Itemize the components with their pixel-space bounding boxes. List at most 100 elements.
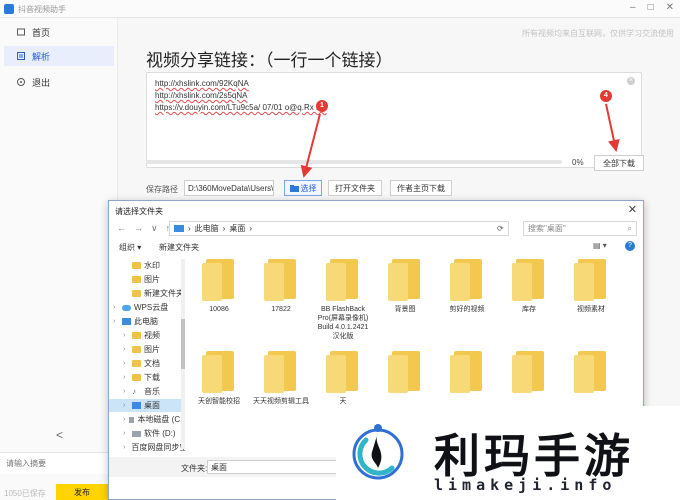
- tree-item[interactable]: › ♪ 音乐: [109, 385, 185, 398]
- sidebar-item-home[interactable]: 首页: [4, 22, 114, 42]
- app-logo-icon: [4, 4, 14, 14]
- drive-icon: [129, 416, 135, 423]
- folder-item[interactable]: 天天视频剪辑工具: [253, 351, 309, 406]
- sidebar-item-parse[interactable]: 解析: [4, 46, 114, 66]
- parse-icon: [17, 52, 25, 60]
- folder-item[interactable]: 天创智能校招: [191, 351, 247, 406]
- url-textarea[interactable]: http://xhslink.com/92KqNA http://xhslink…: [146, 72, 642, 168]
- saved-counter: 1050已保存: [4, 489, 46, 498]
- breadcrumb-item[interactable]: 此电脑: [195, 223, 219, 234]
- exit-icon: [17, 78, 25, 86]
- folder-item[interactable]: 剪好的视频: [439, 259, 495, 314]
- tree-item[interactable]: › 软件 (D:): [109, 427, 185, 440]
- chevron-right-icon[interactable]: ›: [123, 360, 129, 367]
- folder-name: 视频素材: [577, 306, 605, 313]
- tree-item[interactable]: › 本地磁盘 (C:): [109, 413, 185, 426]
- tree-item-label: WPS云盘: [134, 303, 169, 312]
- tree-item[interactable]: 水印: [109, 259, 185, 272]
- app-window: 抖音视频助手 – □ ✕ 首页 解析 退出 < 1050已保存 发布 所有视频均…: [0, 0, 680, 500]
- folder-item[interactable]: [377, 351, 433, 397]
- tree-item-label: 文档: [144, 359, 160, 368]
- folder-icon: [450, 351, 484, 393]
- app-title: 抖音视频助手: [18, 5, 66, 14]
- sidebar-item-label: 首页: [32, 27, 51, 38]
- tree-item-label: 下载: [144, 373, 160, 382]
- folder-icon: [264, 259, 298, 301]
- folder-item[interactable]: [563, 351, 619, 397]
- folder-icon: [450, 259, 484, 301]
- tree-item-label: 软件 (D:): [144, 429, 176, 438]
- open-folder-button[interactable]: 打开文件夹: [328, 180, 382, 196]
- sidebar-item-label: 退出: [32, 77, 51, 88]
- organize-menu[interactable]: 组织 ▾: [119, 242, 141, 253]
- computer-icon: [174, 225, 184, 232]
- choose-folder-button[interactable]: 选择: [284, 180, 322, 196]
- publish-button[interactable]: 发布: [56, 484, 108, 500]
- minimize-icon[interactable]: –: [630, 2, 636, 13]
- chevron-right-icon[interactable]: ›: [123, 332, 129, 339]
- chevron-right-icon[interactable]: ›: [123, 416, 126, 423]
- help-icon[interactable]: ?: [625, 241, 635, 251]
- tree-item[interactable]: › 下载: [109, 371, 185, 384]
- chevron-right-icon[interactable]: ›: [123, 402, 129, 409]
- music-icon: ♪: [132, 387, 136, 396]
- view-options-icon[interactable]: ▤ ▾: [593, 241, 607, 250]
- tree-item-label: 图片: [144, 275, 160, 284]
- chevron-right-icon[interactable]: ›: [123, 388, 129, 395]
- folder-item[interactable]: BB FlashBack Pro(屏幕录像机) Build 4.0.1.2421…: [315, 259, 371, 341]
- tree-item[interactable]: 新建文件夹: [109, 287, 185, 300]
- folder-item[interactable]: 库存: [501, 259, 557, 314]
- tree-item[interactable]: › 视频: [109, 329, 185, 342]
- new-folder-button[interactable]: 新建文件夹: [159, 242, 199, 253]
- nav-arrows: ← → ∨ ↑: [117, 223, 170, 234]
- folder-name-label: 文件夹:: [181, 464, 208, 473]
- tree-item[interactable]: › 文档: [109, 357, 185, 370]
- folder-item[interactable]: 天: [315, 351, 371, 406]
- tree-item[interactable]: › 此电脑: [109, 315, 185, 328]
- folder-icon: [132, 346, 141, 353]
- chevron-right-icon[interactable]: ›: [123, 444, 125, 451]
- summary-input[interactable]: [0, 452, 118, 474]
- tree-scrollbar[interactable]: [181, 259, 185, 449]
- folder-item[interactable]: [439, 351, 495, 397]
- clear-icon[interactable]: ×: [627, 77, 635, 85]
- tree-item[interactable]: › WPS云盘: [109, 301, 185, 314]
- folder-icon: [326, 259, 360, 301]
- back-icon[interactable]: ←: [117, 223, 126, 234]
- folder-icon: [132, 374, 141, 381]
- folder-icon: [574, 259, 608, 301]
- history-icon[interactable]: ∨: [151, 223, 158, 234]
- maximize-icon[interactable]: □: [648, 2, 654, 13]
- download-all-button[interactable]: 全部下载: [594, 155, 644, 171]
- folder-item[interactable]: [501, 351, 557, 397]
- tree-item-label: 音乐: [144, 387, 160, 396]
- search-input[interactable]: 搜索"桌面" ⌕: [523, 221, 637, 236]
- tree-item[interactable]: › 桌面: [109, 399, 185, 412]
- tree-scroll-thumb[interactable]: [181, 319, 185, 369]
- close-icon[interactable]: ✕: [666, 2, 674, 13]
- chevron-right-icon[interactable]: ›: [113, 318, 119, 325]
- breadcrumb-item[interactable]: 桌面: [229, 223, 245, 234]
- refresh-icon[interactable]: ⟳: [497, 224, 504, 233]
- tree-item[interactable]: 图片: [109, 273, 185, 286]
- folder-item[interactable]: 背景图: [377, 259, 433, 314]
- tree-item[interactable]: › 百度网盘同步空: [109, 441, 185, 454]
- folder-name: 背景图: [394, 306, 416, 313]
- folder-item[interactable]: 10086: [191, 259, 247, 314]
- navigation-tree: 水印 图片 新建文件夹 › WPS云盘 › 此电脑 › 视频 › 图片 › 文档 › 下载 › ♪ 音乐 › 桌面 › 本…: [109, 255, 185, 455]
- folder-item[interactable]: 视频素材: [563, 259, 619, 314]
- forward-icon[interactable]: →: [134, 223, 143, 234]
- address-bar[interactable]: › 此电脑 › 桌面 ›: [169, 221, 509, 236]
- chevron-right-icon[interactable]: ›: [123, 374, 129, 381]
- sidebar-item-exit[interactable]: 退出: [4, 72, 114, 92]
- chevron-right-icon[interactable]: ›: [123, 430, 129, 437]
- chevron-right-icon[interactable]: ›: [113, 304, 119, 311]
- folder-name: 剪好的视频: [449, 306, 485, 313]
- chevron-right-icon[interactable]: ›: [123, 346, 129, 353]
- collapse-sidebar-icon[interactable]: <: [56, 428, 63, 442]
- tree-item[interactable]: › 图片: [109, 343, 185, 356]
- dialog-close-icon[interactable]: ✕: [628, 203, 637, 216]
- author-page-download-button[interactable]: 作者主页下载: [390, 180, 452, 196]
- folder-item[interactable]: 17822: [253, 259, 309, 314]
- save-path-input[interactable]: [184, 180, 274, 196]
